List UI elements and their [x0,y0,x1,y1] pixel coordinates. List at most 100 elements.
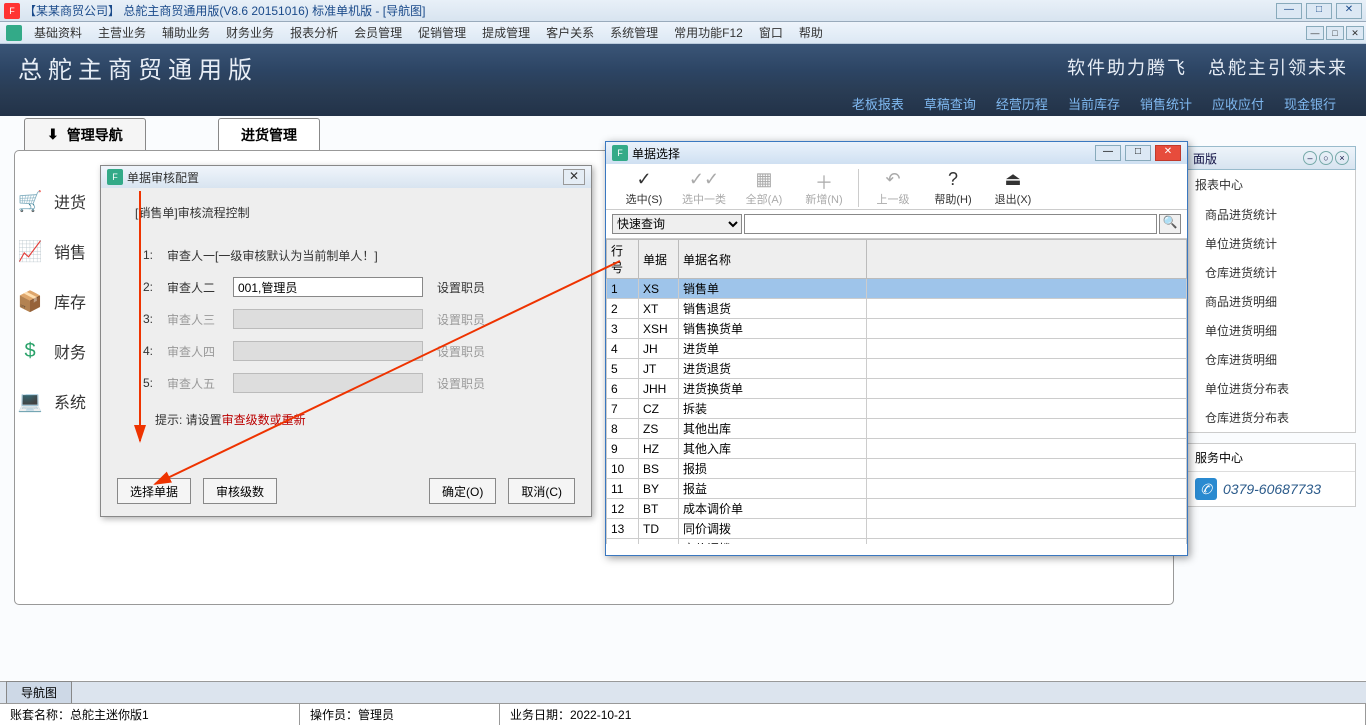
brand-title: 总舵主商贸通用版 [18,50,258,85]
dialog2-title: 单据选择 [632,145,680,162]
menu-财务业务[interactable]: 财务业务 [218,24,282,42]
report-仓库进货分布表[interactable]: 仓库进货分布表 [1187,403,1355,432]
tab-purchase[interactable]: 进货管理 [218,118,320,151]
bill-grid[interactable]: 行号单据单据名称1XS销售单2XT销售退货3XSH销售换货单4JH进货单5JT进… [606,239,1187,544]
mdi-restore-button[interactable]: □ [1326,26,1344,40]
cancel-button[interactable]: 取消(C) [508,478,575,504]
tb-新增(N)[interactable]: ＋新增(N) [794,169,854,207]
dlg2-close-button[interactable]: ✕ [1155,145,1181,161]
table-row[interactable]: 8ZS其他出库 [607,419,1187,439]
report-仓库进货明细[interactable]: 仓库进货明细 [1187,345,1355,374]
maximize-button[interactable]: □ [1306,3,1332,19]
menu-促销管理[interactable]: 促销管理 [410,24,474,42]
quicklink-草稿查询[interactable]: 草稿查询 [924,94,976,113]
nav-财务[interactable]: $财务 [10,326,110,376]
side-nav: 🛒进货📈销售📦库存$财务💻系统 [10,176,110,426]
rp-close-icon[interactable]: × [1335,151,1349,165]
mdi-close-button[interactable]: ✕ [1346,26,1364,40]
ok-button[interactable]: 确定(O) [429,478,496,504]
rightbar-title: 面版 [1193,150,1217,167]
table-row[interactable]: 12BT成本调价单 [607,499,1187,519]
mdi-min-button[interactable]: — [1306,26,1324,40]
nav-库存[interactable]: 📦库存 [10,276,110,326]
menu-客户关系[interactable]: 客户关系 [538,24,602,42]
table-row[interactable]: 6JHH进货换货单 [607,379,1187,399]
minimize-button[interactable]: — [1276,3,1302,19]
nav-进货[interactable]: 🛒进货 [10,176,110,226]
tb-帮助(H)[interactable]: ?帮助(H) [923,169,983,207]
set-staff-button: 设置职员 [437,375,485,392]
menu-基础资料[interactable]: 基础资料 [26,24,90,42]
menu-辅助业务[interactable]: 辅助业务 [154,24,218,42]
table-row[interactable]: 3XSH销售换货单 [607,319,1187,339]
report-单位进货分布表[interactable]: 单位进货分布表 [1187,374,1355,403]
库存-icon: 📦 [16,287,44,315]
col-单据名称[interactable]: 单据名称 [679,240,867,279]
table-row[interactable]: 14BD变价调拨 [607,539,1187,545]
tb-全部(A)[interactable]: ▦全部(A) [734,169,794,207]
status-date: 业务日期：2022-10-21 [500,704,1366,725]
set-staff-button[interactable]: 设置职员 [437,279,485,296]
table-row[interactable]: 11BY报益 [607,479,1187,499]
dialog1-close-button[interactable]: ✕ [563,169,585,185]
col-行号[interactable]: 行号 [607,240,639,279]
table-row[interactable]: 7CZ拆装 [607,399,1187,419]
dialog1-title: 单据审核配置 [127,169,199,186]
nav-系统[interactable]: 💻系统 [10,376,110,426]
menu-窗口[interactable]: 窗口 [751,24,791,42]
quicklink-老板报表[interactable]: 老板报表 [852,94,904,113]
footer-tab-nav[interactable]: 导航图 [6,681,72,703]
table-row[interactable]: 13TD同价调拨 [607,519,1187,539]
menu-主营业务[interactable]: 主营业务 [90,24,154,42]
service-header: 服务中心 [1187,444,1355,472]
menu-系统管理[interactable]: 系统管理 [602,24,666,42]
auditor-input [233,373,423,393]
report-仓库进货统计[interactable]: 仓库进货统计 [1187,258,1355,287]
table-row[interactable]: 1XS销售单 [607,279,1187,299]
tb-退出(X)[interactable]: ⏏退出(X) [983,169,1043,207]
col-单据[interactable]: 单据 [639,240,679,279]
menu-帮助[interactable]: 帮助 [791,24,831,42]
set-staff-button: 设置职员 [437,311,485,328]
table-row[interactable]: 4JH进货单 [607,339,1187,359]
report-商品进货统计[interactable]: 商品进货统计 [1187,200,1355,229]
quicklink-销售统计[interactable]: 销售统计 [1140,94,1192,113]
tb-选中一类[interactable]: ✓✓选中一类 [674,169,734,207]
search-mode-select[interactable]: 快速查询 [612,214,742,234]
status-account: 账套名称：总舵主迷你版1 [0,704,300,725]
auditor-input[interactable] [233,277,423,297]
right-panel: 面版 – ○ × 报表中心 商品进货统计单位进货统计仓库进货统计商品进货明细单位… [1186,146,1356,507]
dlg2-min-button[interactable]: — [1095,145,1121,161]
tb-上一级[interactable]: ↶上一级 [863,169,923,207]
quicklink-当前库存[interactable]: 当前库存 [1068,94,1120,113]
service-phone: ✆ 0379-60687733 [1187,472,1355,506]
report-单位进货明细[interactable]: 单位进货明细 [1187,316,1355,345]
tb-选中(S)[interactable]: ✓选中(S) [614,169,674,207]
table-row[interactable]: 5JT进货退货 [607,359,1187,379]
close-button[interactable]: ✕ [1336,3,1362,19]
rp-max-icon[interactable]: ○ [1319,151,1333,165]
menu-常用功能F12[interactable]: 常用功能F12 [666,24,751,42]
rp-min-icon[interactable]: – [1303,151,1317,165]
search-button[interactable]: 🔍 [1159,214,1181,234]
table-row[interactable]: 9HZ其他入库 [607,439,1187,459]
menu-会员管理[interactable]: 会员管理 [346,24,410,42]
report-单位进货统计[interactable]: 单位进货统计 [1187,229,1355,258]
app-icon: F [4,3,20,19]
quicklink-现金银行[interactable]: 现金银行 [1284,94,1336,113]
quicklink-经营历程[interactable]: 经营历程 [996,94,1048,113]
select-bill-button[interactable]: 选择单据 [117,478,191,504]
menu-报表分析[interactable]: 报表分析 [282,24,346,42]
menu-提成管理[interactable]: 提成管理 [474,24,538,42]
tab-nav[interactable]: ⬇ 管理导航 [24,118,146,151]
dlg2-max-button[interactable]: □ [1125,145,1151,161]
table-row[interactable]: 2XT销售退货 [607,299,1187,319]
audit-level-button[interactable]: 审核级数 [203,478,277,504]
nav-销售[interactable]: 📈销售 [10,226,110,276]
quicklink-应收应付[interactable]: 应收应付 [1212,94,1264,113]
table-row[interactable]: 10BS报损 [607,459,1187,479]
auditor-input [233,341,423,361]
phone-icon: ✆ [1195,478,1217,500]
search-input[interactable] [744,214,1157,234]
report-商品进货明细[interactable]: 商品进货明细 [1187,287,1355,316]
